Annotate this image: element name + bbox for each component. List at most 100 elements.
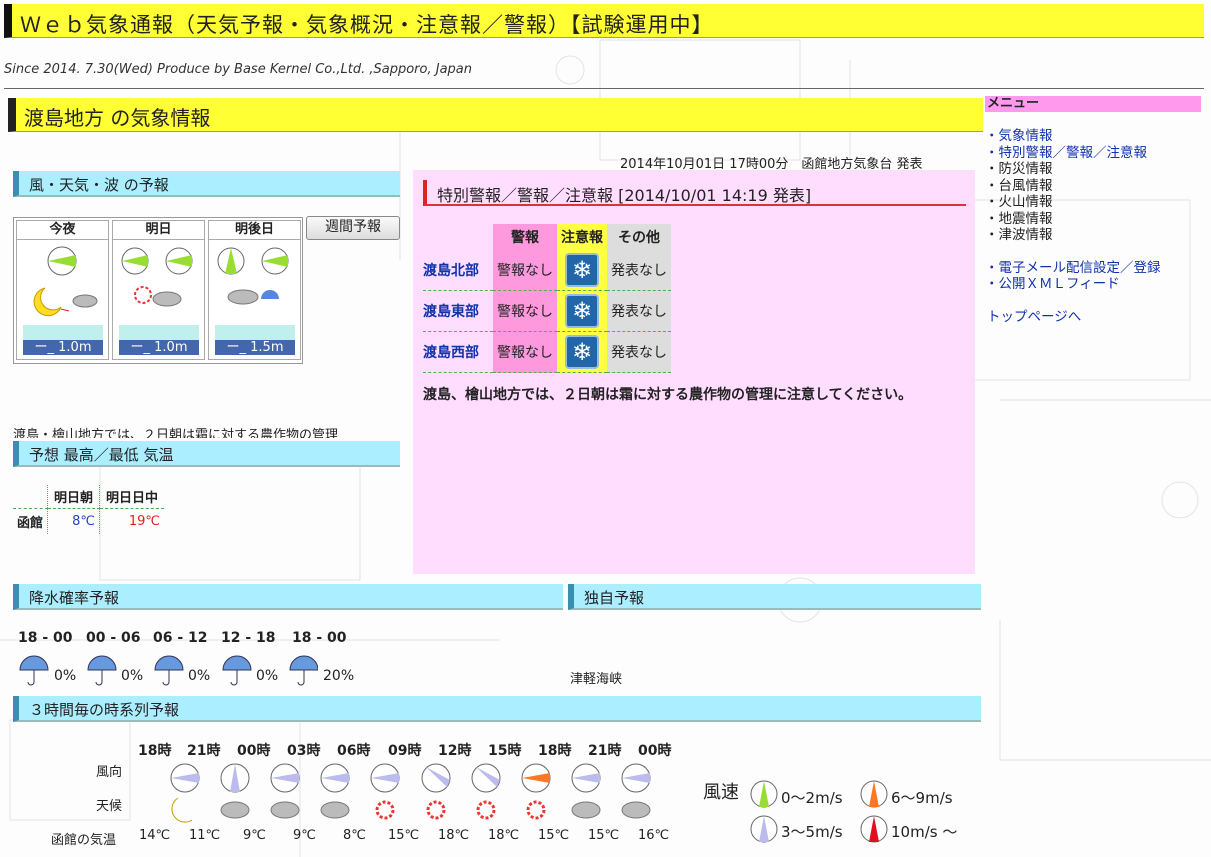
- series-temp: 9℃: [293, 828, 316, 843]
- wind-direction-icon: [471, 763, 501, 793]
- menu-item-email[interactable]: ・電子メール配信設定／登録: [985, 260, 1161, 276]
- series-hour: 06時: [337, 743, 371, 759]
- other-header: その他: [607, 224, 671, 250]
- forecast-day: 明後日 ー_ 1.5m: [208, 220, 301, 360]
- table-row: 函館 8℃ 19℃: [13, 508, 165, 534]
- own-section-title: 独自予報: [568, 584, 981, 610]
- series-icons: [170, 763, 651, 823]
- row-label-weather: 天候: [96, 799, 123, 814]
- menu-item-warnings[interactable]: ・特別警報／警報／注意報: [985, 145, 1147, 161]
- sun-icon: [526, 800, 546, 820]
- menu-item-disaster: ・防災情報: [985, 161, 1053, 177]
- series-temp: 15℃: [388, 828, 420, 843]
- wind-legend-title: 風速: [703, 782, 739, 803]
- frost-advisory-icon[interactable]: ❄: [565, 253, 599, 287]
- pop-period: 06 - 12: [153, 630, 208, 646]
- series-temp: 18℃: [488, 828, 520, 843]
- pop-period: 12 - 18: [221, 630, 276, 646]
- warning-status: 警報なし: [493, 290, 557, 332]
- sun-icon: [426, 800, 446, 820]
- cloud-icon: [270, 801, 300, 819]
- series-temp: 9℃: [243, 828, 266, 843]
- wind-direction-icon: [521, 763, 551, 793]
- city-name: 函館: [13, 508, 48, 534]
- series-temp: 15℃: [538, 828, 570, 843]
- umbrella-icon: [154, 655, 184, 686]
- wind-direction-icon: [621, 763, 651, 793]
- cloud-icon: [320, 801, 350, 819]
- series-temp: 11℃: [189, 828, 221, 843]
- series-hour: 03時: [287, 743, 321, 759]
- moon-icon: [33, 287, 62, 317]
- other-status: 発表なし: [607, 290, 671, 332]
- umbrella-icon: [87, 655, 117, 686]
- wind-direction-icon: [320, 763, 350, 793]
- pop-period: 18 - 00: [292, 630, 347, 646]
- pop-period: 00 - 06: [86, 630, 141, 646]
- wind-direction-icon: [270, 763, 300, 793]
- warning-status: 警報なし: [493, 250, 557, 291]
- pop-period: 18 - 00: [18, 630, 73, 646]
- wind-legend-item: 10m/s ～: [891, 823, 958, 841]
- row-label-temp: 函館の気温: [51, 833, 117, 848]
- wave-height: ー_ 1.0m: [23, 325, 103, 355]
- forecast-icons: [33, 246, 98, 317]
- forecast-icons: [217, 247, 289, 305]
- cloud-icon: [152, 291, 182, 307]
- frost-advisory-icon[interactable]: ❄: [565, 294, 599, 328]
- menu-item-xml[interactable]: ・公開ＸＭＬフィード: [985, 276, 1120, 292]
- umbrella-icons: [19, 655, 318, 686]
- weekly-forecast-button[interactable]: 週間予報: [306, 216, 400, 240]
- area-name[interactable]: 渡島東部: [423, 290, 493, 332]
- series-temp: 8℃: [343, 828, 366, 843]
- series-hour: 12時: [438, 743, 472, 759]
- other-status: 発表なし: [607, 331, 671, 373]
- pop-value: 20%: [323, 668, 355, 684]
- cloud-icon: [571, 801, 601, 819]
- site-title: Ｗｅｂ気象通報（天気予報・気象概況・注意報／警報）【試験運用中】: [4, 4, 1204, 38]
- series-hour: 09時: [388, 743, 422, 759]
- frost-advisory-icon[interactable]: ❄: [565, 335, 599, 369]
- wind-speed-green-icon: [750, 780, 778, 808]
- wind-direction-icon: [571, 763, 601, 793]
- area-name[interactable]: 渡島北部: [423, 250, 493, 291]
- table-row: 渡島西部 警報なし ❄ 発表なし: [423, 331, 671, 373]
- wind-speed-orange-icon: [860, 780, 888, 808]
- region-title: 渡島地方 の気象情報: [8, 98, 983, 132]
- umbrella-icon: [222, 655, 252, 686]
- series-hour: 18時: [538, 743, 572, 759]
- advisory-header: 注意報: [557, 224, 607, 250]
- forecast-day-label: 今夜: [17, 221, 108, 240]
- wave-height: ー_ 1.5m: [215, 325, 295, 355]
- series-section-title: ３時間毎の時系列予報: [13, 696, 981, 722]
- min-temp: 8℃: [47, 508, 100, 534]
- sun-icon: [134, 286, 152, 304]
- series-temp: 14℃: [139, 828, 171, 843]
- temps-header: 明日朝: [47, 485, 100, 509]
- forecast-day-label: 明日: [113, 221, 204, 240]
- forecast-day: 明日 ー_ 1.0m: [112, 220, 205, 360]
- table-row: 渡島東部 警報なし ❄ 発表なし: [423, 290, 671, 332]
- menu-item-weather[interactable]: ・気象情報: [985, 128, 1053, 144]
- temps-section-title: 予想 最高／最低 気温: [13, 441, 400, 467]
- transition-arrow-icon: [60, 308, 70, 312]
- series-temp: 16℃: [638, 828, 670, 843]
- wind-legend-item: 6～9m/s: [891, 789, 953, 807]
- warning-header: 警報: [493, 224, 557, 250]
- wind-direction-icon: [220, 763, 250, 793]
- sun-icon: [375, 800, 395, 820]
- top-page-link[interactable]: トップページへ: [987, 309, 1081, 325]
- cloud-icon: [220, 801, 250, 819]
- temps-header: 明日日中: [99, 485, 165, 509]
- forecast-day: 今夜 ー_ 1.0m: [16, 220, 109, 360]
- table-row: 渡島北部 警報なし ❄ 発表なし: [423, 250, 671, 291]
- wind-speed-red-icon: [860, 815, 888, 843]
- row-label-wind: 風向: [96, 765, 123, 780]
- umbrella-icon: [19, 655, 49, 686]
- other-status: 発表なし: [607, 250, 671, 291]
- temps-table: 明日朝 明日日中 函館 8℃ 19℃: [13, 485, 165, 534]
- cloud-icon: [227, 289, 259, 305]
- warnings-note: 渡島、檜山地方では、２日朝は霜に対する農作物の管理に注意してください。: [423, 387, 913, 403]
- series-hour: 00時: [237, 743, 271, 759]
- area-name[interactable]: 渡島西部: [423, 331, 493, 373]
